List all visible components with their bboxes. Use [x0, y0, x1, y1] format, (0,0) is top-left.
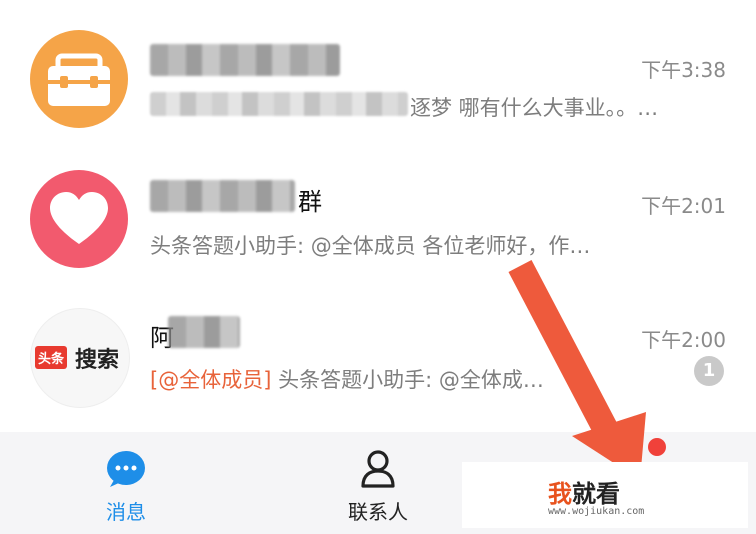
- chat-name: 群: [298, 188, 322, 216]
- chat-row-3[interactable]: 头条 搜索 阿 下午2:00 [@全体成员] 头条答题小助手: @全体成… 1: [0, 280, 756, 420]
- toutiao-logo: 头条: [35, 346, 68, 369]
- chat-name-redacted: [168, 316, 240, 348]
- watermark-url: www.wojiukan.com: [548, 506, 645, 517]
- contact-person-icon: [361, 450, 395, 488]
- notification-dot: [648, 438, 666, 456]
- briefcase-icon: [48, 53, 110, 106]
- tab-messages-label: 消息: [106, 500, 146, 524]
- chat-preview-body: 头条答题小助手: @全体成: [271, 368, 523, 392]
- watermark-brand: 我: [548, 480, 572, 508]
- chat-time: 下午2:01: [641, 194, 726, 218]
- chat-bubble-icon: [107, 451, 145, 487]
- heart-icon: [50, 192, 108, 244]
- watermark-text: 我就看: [548, 474, 620, 509]
- chat-preview: 逐梦 哪有什么大事业。。…: [410, 96, 659, 120]
- group-avatar-heart: [30, 170, 128, 268]
- mention-all-tag: [@全体成员]: [150, 368, 272, 392]
- watermark: 我就看 www.wojiukan.com: [462, 462, 748, 528]
- chat-preview-tail: …: [522, 368, 544, 392]
- search-logo-text: 搜索: [75, 348, 120, 373]
- tab-messages[interactable]: 消息: [86, 432, 166, 534]
- tab-contacts-label: 联系人: [348, 500, 408, 524]
- chat-preview: 头条答题小助手: @全体成员 各位老师好，作…: [150, 234, 591, 258]
- group-avatar-toutiao-search: 头条 搜索: [30, 308, 130, 408]
- chat-name-redacted: [150, 44, 340, 76]
- tab-contacts[interactable]: 联系人: [340, 432, 420, 534]
- chat-time: 下午3:38: [641, 58, 726, 82]
- watermark-main: 就看: [572, 480, 620, 508]
- chat-row-2[interactable]: 群 下午2:01 头条答题小助手: @全体成员 各位老师好，作…: [0, 140, 756, 280]
- group-avatar-briefcase: [30, 30, 128, 128]
- chat-row-1[interactable]: 下午3:38 逐梦 哪有什么大事业。。…: [0, 0, 756, 140]
- chat-preview-redacted: [150, 92, 408, 116]
- chat-preview: [@全体成员] 头条答题小助手: @全体成…: [150, 364, 544, 394]
- chat-name-redacted: [150, 180, 295, 212]
- unread-badge: 1: [694, 356, 724, 386]
- chat-time: 下午2:00: [641, 328, 726, 352]
